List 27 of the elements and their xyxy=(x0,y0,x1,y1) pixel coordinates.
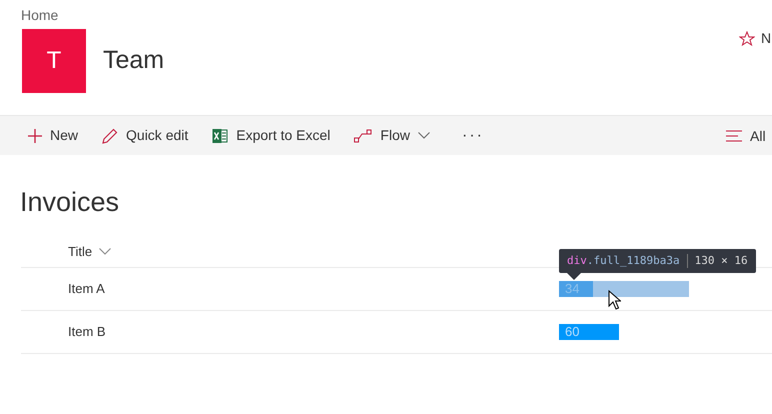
quick-edit-button[interactable]: Quick edit xyxy=(102,116,188,156)
column-header[interactable]: Title xyxy=(68,242,112,262)
spreadsheet-icon xyxy=(212,128,228,144)
data-bar: 34 xyxy=(559,281,593,297)
size-label: 130 × 16 xyxy=(694,252,748,269)
star-icon xyxy=(739,30,755,46)
view-button[interactable]: All xyxy=(726,116,766,156)
flow-button[interactable]: Flow xyxy=(354,116,430,156)
flow-icon xyxy=(354,128,372,142)
element-label: div.full_1189ba3a xyxy=(567,252,680,269)
site-logo: T xyxy=(22,29,86,93)
breadcrumb-link[interactable]: Home xyxy=(21,5,58,26)
more-button[interactable]: ··· xyxy=(454,116,484,156)
pencil-icon xyxy=(102,128,118,144)
export-button[interactable]: Export to Excel xyxy=(212,116,330,156)
new-button[interactable]: New xyxy=(28,116,78,156)
list-title: Invoices xyxy=(20,186,120,219)
cursor-icon xyxy=(608,290,621,310)
table-cell-text: Item A xyxy=(67,280,106,298)
table-cell-text: Item B xyxy=(67,323,107,342)
data-bar: 60 xyxy=(559,324,619,340)
plus-icon xyxy=(28,128,42,142)
chevron-down-icon xyxy=(418,132,430,139)
follow-button[interactable]: N xyxy=(739,28,772,49)
site-title: Team xyxy=(103,45,164,76)
chevron-down-icon xyxy=(99,248,112,255)
lines-icon xyxy=(726,130,742,142)
